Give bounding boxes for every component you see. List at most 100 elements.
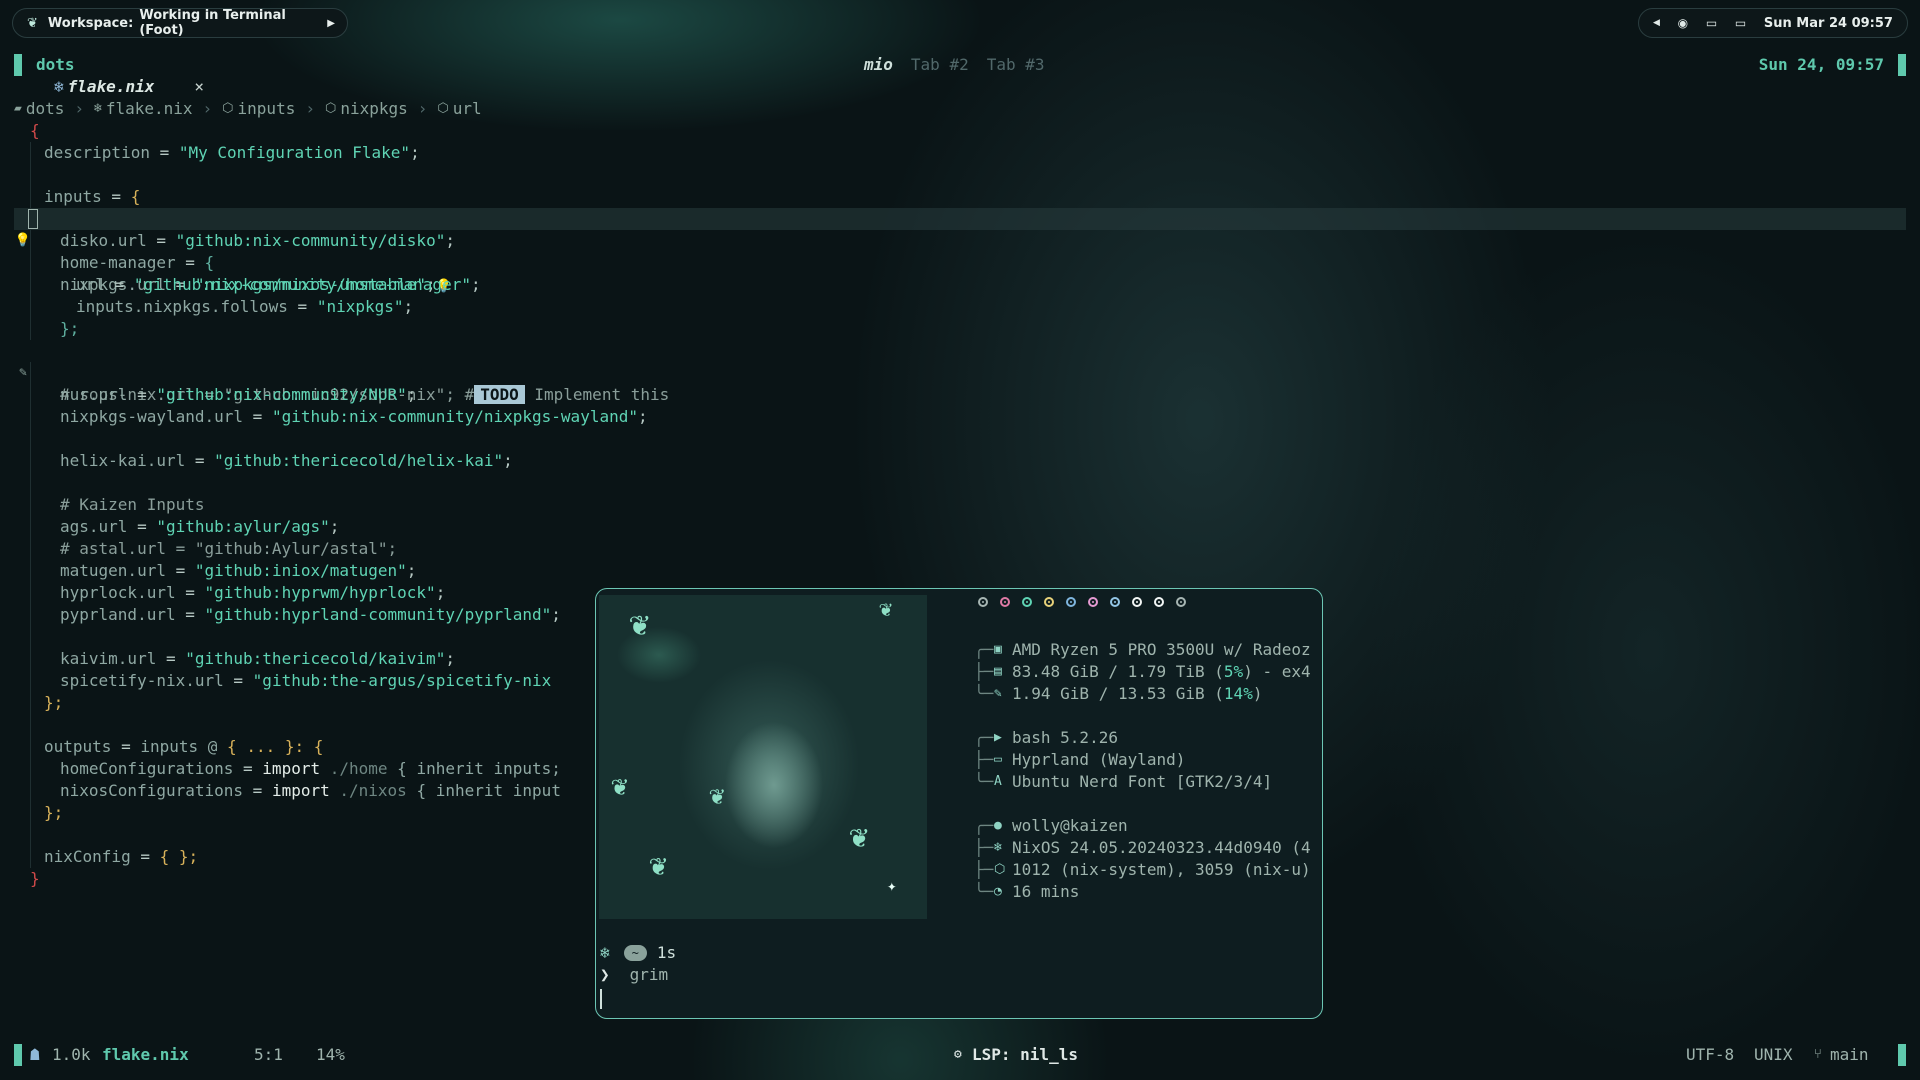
user-icon[interactable]: ◉: [1678, 16, 1688, 30]
code-line: disko.url = "github:nix-community/disko"…: [14, 230, 1906, 252]
code-line: nur.url = "github:nix-community/NUR";: [14, 384, 1906, 406]
tabline: dots mio Tab #2 Tab #3 Sun 24, 09:57: [14, 54, 1906, 76]
mem-percent: 14%: [1223, 684, 1253, 703]
code-line: };: [14, 318, 1906, 340]
user-value: wolly@kaizen: [1012, 816, 1128, 835]
statusline: ☗ 1.0k flake.nix 5:1 14% ⚙ LSP: nil_ls U…: [14, 1044, 1906, 1066]
screen-icon[interactable]: ▭: [1706, 16, 1717, 30]
breadcrumb-nixpkgs[interactable]: nixpkgs: [340, 98, 407, 120]
butterfly-icon: ❦: [849, 817, 869, 855]
nix-icon: ❄: [600, 943, 610, 962]
symbol-icon: ⬡: [437, 101, 449, 116]
font-icon: A: [994, 774, 1002, 789]
left-edge-marker: [14, 54, 22, 76]
code-line: {: [30, 121, 40, 140]
nix-icon: ❄: [94, 101, 102, 116]
code-line-current: 💡 nixpkgs.url = "nixpkgs/nixos-unstable"…: [14, 208, 1906, 294]
code-line: nixpkgs-wayland.url = "github:nix-commun…: [14, 406, 1906, 428]
breadcrumb-separator: ›: [417, 99, 428, 118]
cpu-value: AMD Ryzen 5 PRO 3500U w/ Radeoz: [1012, 640, 1311, 659]
chevron-left-icon[interactable]: ◀: [1653, 18, 1660, 28]
prompt-directory: ~: [623, 945, 647, 961]
code-line: [14, 472, 1906, 494]
git-branch: main: [1830, 1045, 1869, 1064]
breadcrumb-separator: ›: [74, 99, 84, 118]
close-icon[interactable]: ×: [194, 76, 204, 98]
cursor-position: 5:1: [254, 1045, 283, 1064]
prompt-duration: 1s: [656, 943, 677, 962]
disk-icon: ▤: [994, 664, 1002, 679]
workspace-pill[interactable]: ❦ Workspace: Working in Terminal (Foot) …: [12, 8, 348, 38]
palette-dot: [1022, 597, 1032, 607]
lsp-icon: ⚙: [954, 1047, 962, 1062]
palette-dot: [1176, 597, 1186, 607]
workspace-label: Workspace:: [47, 15, 134, 31]
packages-value: 1012 (nix-system), 3059 (nix-u): [1012, 860, 1311, 879]
foot-terminal[interactable]: ❦ ❦ ❦ ❦ ❦ ❦ ✦ ╭─ ▣ AMD Ryzen 5 PRO 3500U w…: [595, 588, 1323, 1019]
code-line: # astal.url = "github:Aylur/astal";: [14, 538, 1906, 560]
folder-icon: ▰: [14, 101, 22, 116]
code-line: inputs = {: [14, 186, 1906, 208]
command-text: grim: [629, 965, 669, 984]
git-branch-icon: ⑂: [1814, 1047, 1822, 1062]
user-icon: ●: [994, 818, 1002, 833]
breadcrumb-dots[interactable]: dots: [26, 98, 65, 120]
tab-2[interactable]: Tab #2: [911, 54, 969, 76]
disk-value-post: ) - ex4: [1243, 662, 1311, 681]
code-line: [14, 164, 1906, 186]
terminal-cursor: [600, 989, 602, 1009]
breadcrumb-file[interactable]: flake.nix: [106, 98, 193, 120]
code-line: [14, 428, 1906, 450]
butterfly-icon: ❦: [649, 848, 668, 883]
lsp-status[interactable]: LSP: nil_ls: [972, 1044, 1078, 1066]
palette-dot: [1000, 597, 1010, 607]
uptime-value: 16 mins: [1012, 882, 1080, 901]
code-line: [14, 362, 1906, 384]
breadcrumb-url[interactable]: url: [453, 98, 482, 120]
line-ending: UNIX: [1754, 1045, 1793, 1064]
battery-icon[interactable]: ▭: [1735, 16, 1746, 30]
shell-icon: ▶: [994, 730, 1002, 745]
chevron-right-icon[interactable]: ▶: [327, 18, 335, 29]
breadcrumb-inputs[interactable]: inputs: [238, 98, 296, 120]
code-line: # Kaizen Inputs: [14, 494, 1906, 516]
scroll-percent: 14%: [316, 1045, 345, 1064]
nix-icon: ❄: [54, 77, 64, 96]
palette-dot: [1088, 597, 1098, 607]
code-line: inputs.nixpkgs.follows = "nixpkgs";: [14, 296, 1906, 318]
tab-mio[interactable]: mio: [864, 54, 893, 76]
right-edge-marker: [1898, 54, 1906, 76]
butterfly-icon: ❦: [629, 604, 650, 644]
left-edge-marker: [14, 1044, 22, 1066]
buffer-filename: flake.nix: [67, 77, 155, 96]
breadcrumb-separator: ›: [202, 99, 213, 118]
code-line: url = "github:nix-community/home-manager…: [14, 274, 1906, 296]
code-line: description = "My Configuration Flake";: [14, 142, 1906, 164]
session-name: dots: [36, 55, 75, 74]
color-palette: [978, 597, 1186, 607]
font-value: Ubuntu Nerd Font [GTK2/3/4]: [1012, 772, 1273, 791]
system-tray: ◀ ◉ ▭ ▭ Sun Mar 24 09:57: [1638, 8, 1908, 38]
palette-dot: [1110, 597, 1120, 607]
buffer-tab[interactable]: ❄ flake.nix ×: [54, 76, 204, 98]
mem-value-post: ): [1252, 684, 1263, 703]
tab-3[interactable]: Tab #3: [987, 54, 1045, 76]
file-size: 1.0k: [52, 1045, 91, 1064]
wm-value: Hyprland (Wayland): [1012, 750, 1186, 769]
breadcrumb-separator: ›: [305, 99, 315, 118]
package-icon: ⬡: [994, 862, 1006, 877]
shell-prompt: ❄ ~ 1s ❯ grim: [600, 942, 676, 986]
symbol-icon: ⬡: [222, 101, 234, 116]
palette-dot: [1132, 597, 1142, 607]
code-line: matugen.url = "github:iniox/matugen";: [14, 560, 1906, 582]
encoding: UTF-8: [1686, 1045, 1735, 1064]
shell-value: bash 5.2.26: [1012, 728, 1118, 747]
symbol-icon: ⬡: [324, 101, 337, 116]
mem-value-pre: 1.94 GiB / 13.53 GiB (: [1012, 684, 1224, 703]
palette-dot: [1044, 597, 1054, 607]
nix-icon: ❄: [994, 840, 1002, 855]
butterfly-icon: ❦: [709, 781, 725, 811]
clock-icon: ◔: [994, 884, 1002, 899]
datetime[interactable]: Sun Mar 24 09:57: [1764, 16, 1893, 31]
disk-value-pre: 83.48 GiB / 1.79 TiB (: [1012, 662, 1224, 681]
